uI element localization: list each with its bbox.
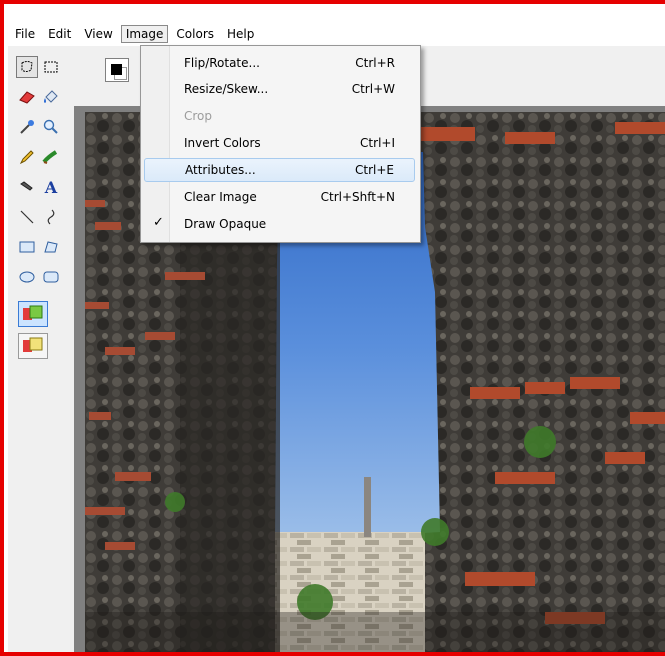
menu-item-resize-skew[interactable]: Resize/Skew... Ctrl+W [144, 77, 415, 101]
brush-icon[interactable] [40, 146, 62, 168]
menu-item-shortcut: Ctrl+E [355, 163, 394, 177]
select-icon[interactable] [40, 56, 62, 78]
image-menu-dropdown: Flip/Rotate... Ctrl+R Resize/Skew... Ctr… [140, 45, 421, 243]
toolbox: A [8, 46, 74, 652]
menu-file[interactable]: File [10, 25, 40, 43]
text-icon[interactable]: A [40, 176, 62, 198]
text-tool-glyph: A [44, 177, 58, 197]
airbrush-icon[interactable] [16, 176, 38, 198]
menu-item-label: Clear Image [184, 190, 257, 204]
menu-item-shortcut: Ctrl+W [351, 82, 395, 96]
menu-item-shortcut: Ctrl+Shft+N [320, 190, 395, 204]
rectangle-icon[interactable] [16, 236, 38, 258]
foreground-color-swatch [111, 64, 122, 75]
menu-item-shortcut: Ctrl+R [355, 56, 395, 70]
menu-item-flip-rotate[interactable]: Flip/Rotate... Ctrl+R [144, 51, 415, 75]
menu-item-attributes[interactable]: Attributes... Ctrl+E [144, 158, 415, 182]
eraser-icon[interactable] [16, 86, 38, 108]
free-form-select-icon[interactable] [16, 56, 38, 78]
menu-edit[interactable]: Edit [43, 25, 76, 43]
menu-view[interactable]: View [79, 25, 117, 43]
menu-item-label: Attributes... [185, 163, 256, 177]
menu-help[interactable]: Help [222, 25, 259, 43]
menu-item-label: Resize/Skew... [184, 82, 269, 96]
curve-icon[interactable] [40, 206, 62, 228]
menu-item-crop: Crop [144, 104, 415, 128]
menu-item-invert-colors[interactable]: Invert Colors Ctrl+I [144, 131, 415, 155]
transparent-selection-icon[interactable] [18, 333, 48, 359]
pencil-icon[interactable] [16, 146, 38, 168]
menu-item-label: Flip/Rotate... [184, 56, 260, 70]
color-sample[interactable] [105, 58, 129, 82]
pick-color-icon[interactable] [16, 116, 38, 138]
menu-item-clear-image[interactable]: Clear Image Ctrl+Shft+N [144, 185, 415, 209]
menu-item-draw-opaque[interactable]: ✓ Draw Opaque [144, 212, 415, 236]
checkmark-icon: ✓ [153, 215, 164, 230]
menu-item-shortcut: Ctrl+I [360, 136, 395, 150]
menu-image[interactable]: Image [120, 25, 169, 43]
menu-item-label: Draw Opaque [184, 217, 267, 231]
polygon-icon[interactable] [40, 236, 62, 258]
paint-window: File Edit View Image Colors Help A Flip/… [0, 0, 665, 656]
opaque-selection-icon[interactable] [18, 301, 48, 327]
rounded-rectangle-icon[interactable] [40, 266, 62, 288]
menu-bar: File Edit View Image Colors Help [10, 22, 665, 46]
menu-item-label: Crop [184, 109, 213, 123]
ellipse-icon[interactable] [16, 266, 38, 288]
fill-icon[interactable] [40, 86, 62, 108]
magnifier-icon[interactable] [40, 116, 62, 138]
menu-item-label: Invert Colors [184, 136, 261, 150]
line-icon[interactable] [16, 206, 38, 228]
menu-colors[interactable]: Colors [171, 25, 219, 43]
